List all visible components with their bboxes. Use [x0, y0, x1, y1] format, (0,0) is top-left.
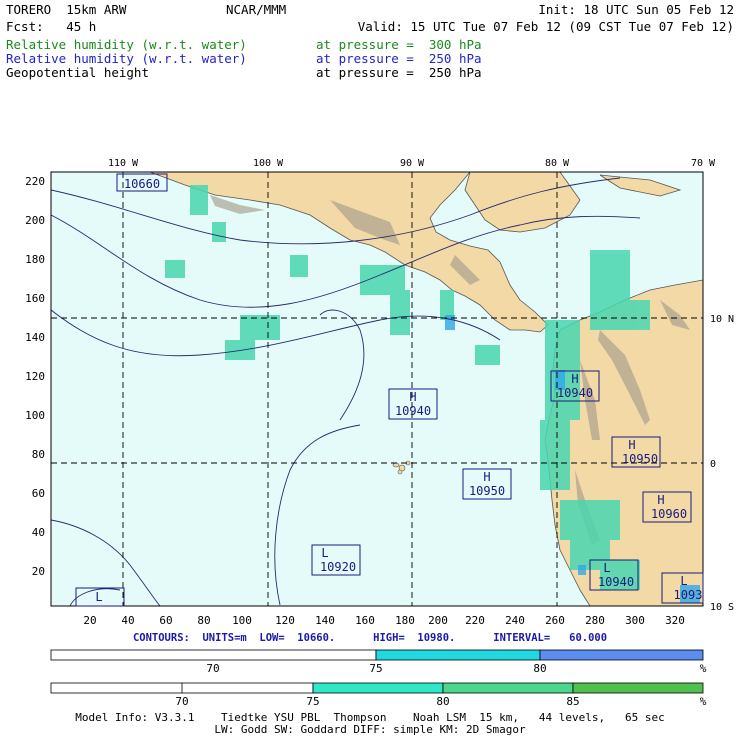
height-center-1: 10660 [116, 173, 168, 192]
svg-text:10960: 10960 [651, 507, 687, 521]
y-tick: 160 [25, 292, 45, 305]
colorbar2-label: 75 [306, 695, 319, 708]
svg-text:1093: 1093 [674, 588, 703, 602]
x-tick: 240 [505, 614, 525, 627]
lon-label-80w: 80 W [545, 158, 570, 169]
svg-text:10950: 10950 [622, 452, 658, 466]
lon-label-70w: 70 W [691, 158, 716, 169]
svg-text:L: L [680, 574, 687, 588]
y-tick: 80 [32, 448, 45, 461]
x-tick: 160 [355, 614, 375, 627]
svg-text:H: H [571, 372, 578, 386]
svg-text:10920: 10920 [320, 560, 356, 574]
svg-text:H: H [628, 438, 635, 452]
x-tick: 100 [232, 614, 252, 627]
x-tick: 280 [585, 614, 605, 627]
contour-info: CONTOURS: UNITS=m LOW= 10660. HIGH= 1098… [132, 632, 608, 644]
svg-text:H: H [483, 470, 490, 484]
lat-label-0: 0 [710, 459, 716, 470]
colorbar2-label: 70 [175, 695, 188, 708]
x-tick: 260 [545, 614, 565, 627]
x-tick: 60 [159, 614, 172, 627]
colorbar1-label: % [700, 662, 707, 675]
colorbar2-label: 80 [436, 695, 449, 708]
forecast-map: 10660 H 10940 H 10940 H 10950 H 10950 H … [25, 158, 734, 708]
lat-label-10s: 10 S [710, 602, 734, 613]
colorbar2-label: % [700, 695, 707, 708]
x-tick: 320 [665, 614, 685, 627]
x-tick: 200 [428, 614, 448, 627]
svg-text:L: L [95, 590, 102, 604]
colorbar1-label: 75 [369, 662, 382, 675]
y-tick: 100 [25, 409, 45, 422]
svg-text:10660: 10660 [124, 177, 160, 191]
x-tick: 120 [275, 614, 295, 627]
y-tick: 200 [25, 214, 45, 227]
y-tick: 60 [32, 487, 45, 500]
svg-text:10940: 10940 [557, 386, 593, 400]
x-tick: 180 [395, 614, 415, 627]
x-tick: 300 [625, 614, 645, 627]
svg-text:10950: 10950 [469, 484, 505, 498]
y-tick: 180 [25, 253, 45, 266]
lon-label-110w: 110 W [108, 158, 139, 169]
x-tick: 220 [465, 614, 485, 627]
colorbar2-label: 85 [566, 695, 579, 708]
y-tick: 220 [25, 175, 45, 188]
y-tick: 120 [25, 370, 45, 383]
lon-label-90w: 90 W [400, 158, 425, 169]
lon-label-100w: 100 W [253, 158, 284, 169]
colorbar1-label: 70 [206, 662, 219, 675]
svg-text:H: H [657, 493, 664, 507]
model-info-line2: LW: Godd SW: Goddard DIFF: simple KM: 2D… [214, 723, 526, 736]
x-tick: 40 [121, 614, 134, 627]
y-tick: 20 [32, 565, 45, 578]
colorbar-rh-300: 70 75 80 85 % [50, 682, 707, 708]
y-tick: 40 [32, 526, 45, 539]
x-tick: 140 [315, 614, 335, 627]
svg-text:H: H [409, 390, 416, 404]
x-tick: 80 [197, 614, 210, 627]
svg-text:10940: 10940 [598, 575, 634, 589]
lat-label-10n: 10 N [710, 314, 734, 325]
y-tick: 140 [25, 331, 45, 344]
colorbar-rh-250: 70 75 80 % [50, 649, 707, 675]
svg-text:L: L [603, 561, 610, 575]
svg-text:10940: 10940 [395, 404, 431, 418]
colorbar1-label: 80 [533, 662, 546, 675]
x-tick: 20 [83, 614, 96, 627]
svg-text:L: L [321, 546, 328, 560]
